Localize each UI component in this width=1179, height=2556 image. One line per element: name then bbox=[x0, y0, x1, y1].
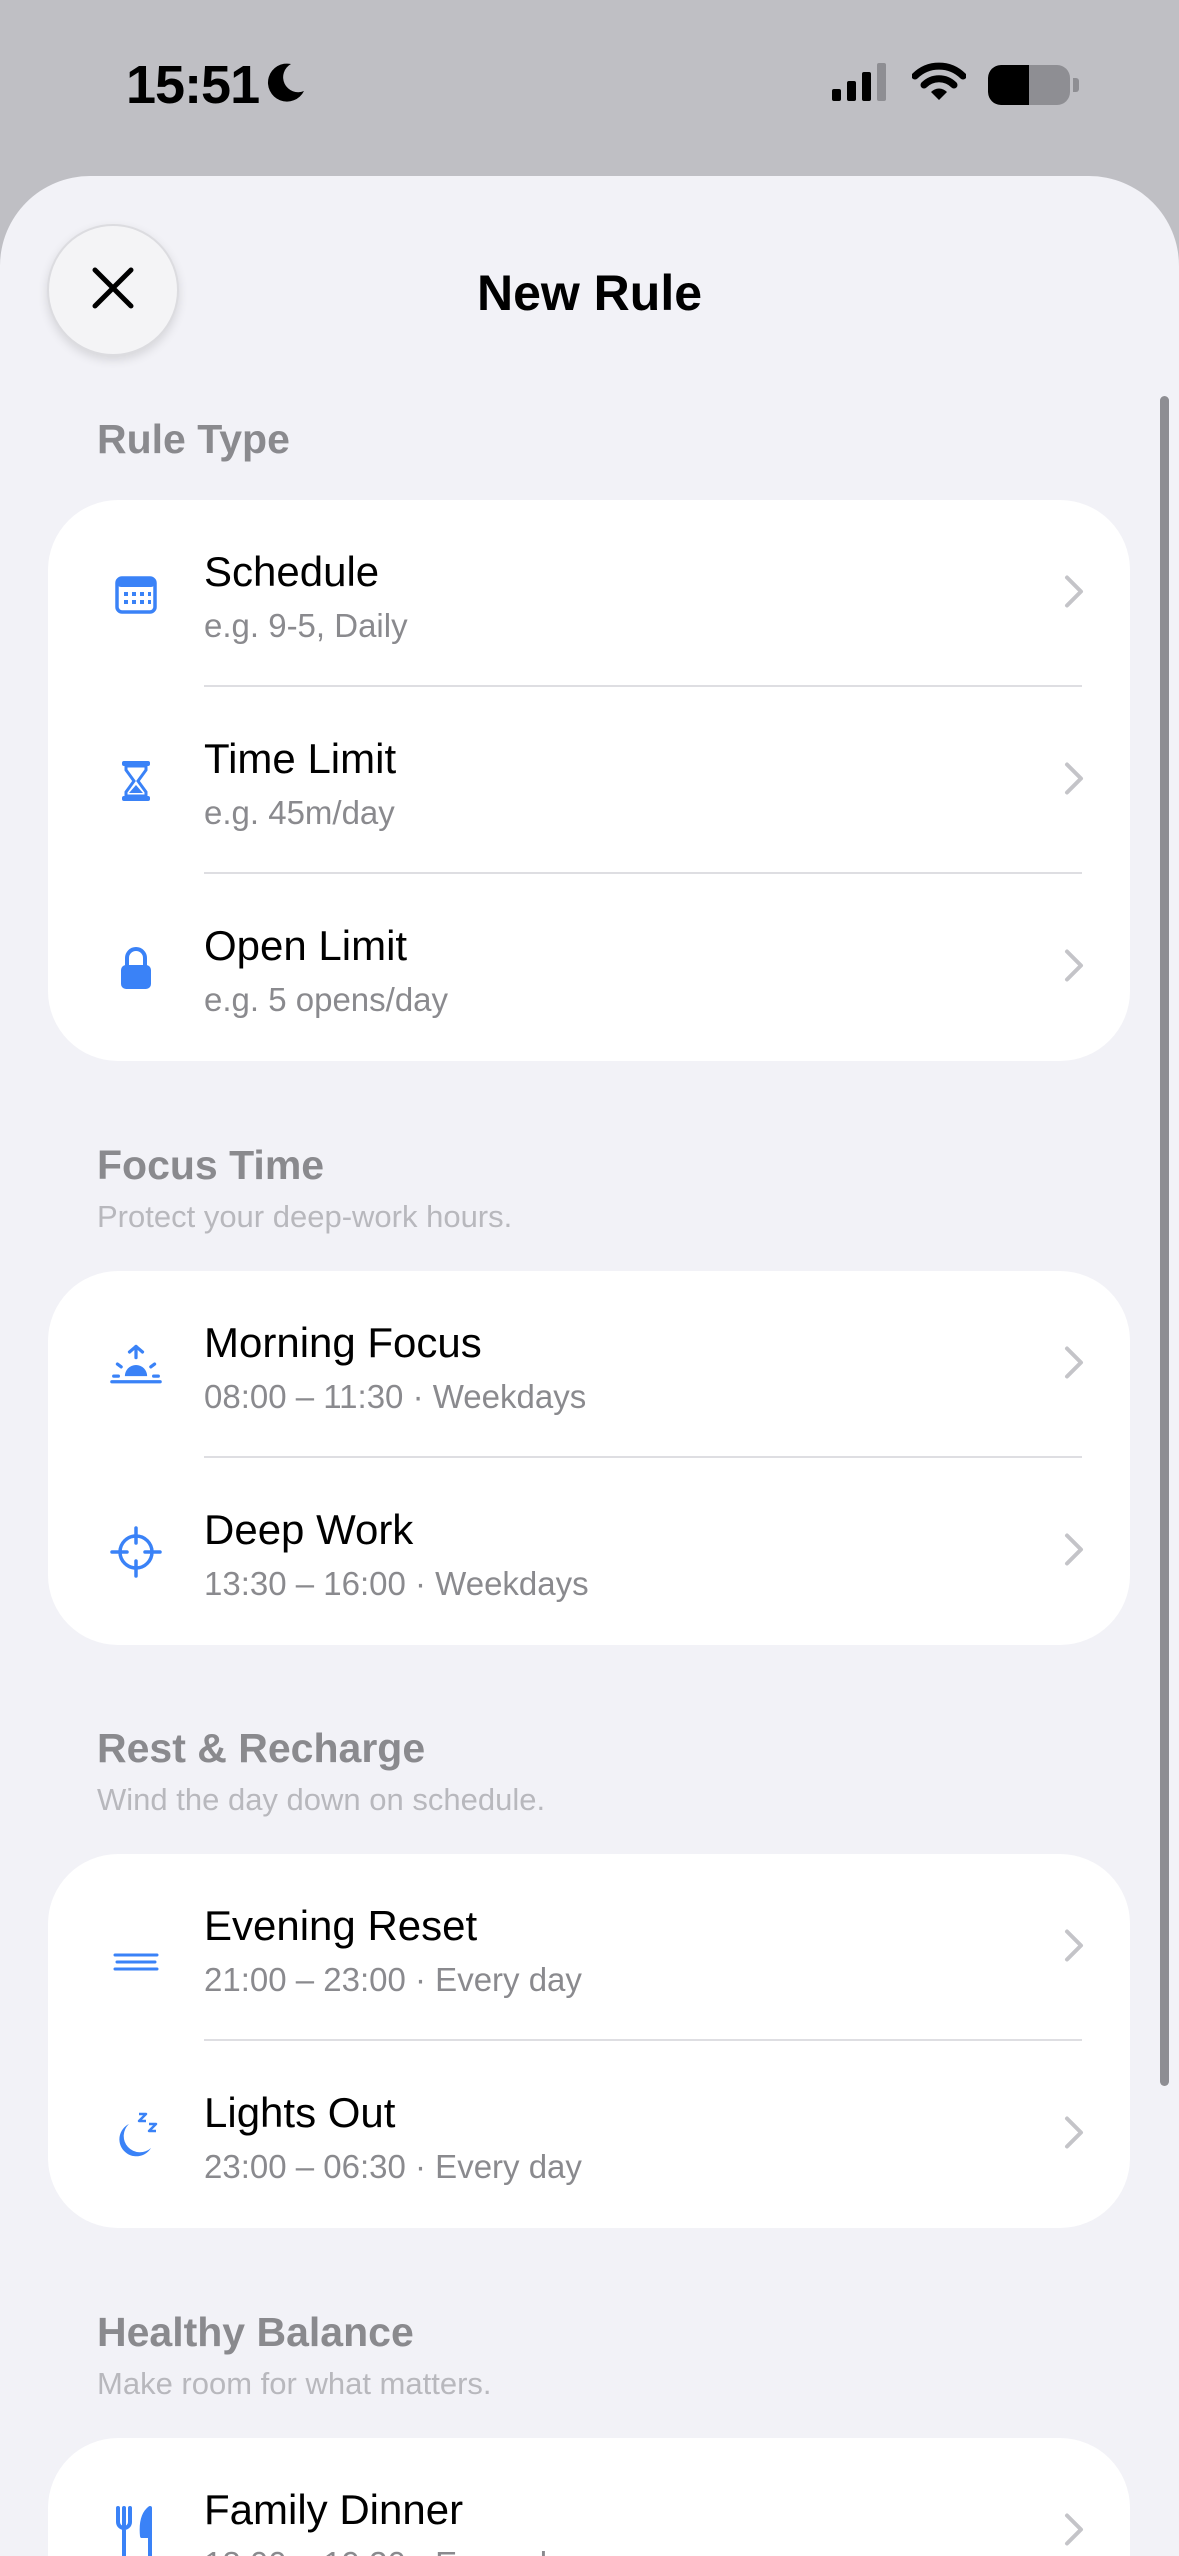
section-subtitle: Protect your deep-work hours. bbox=[97, 1199, 513, 1234]
item-subtitle: 08:00 – 11:30 · Weekdays bbox=[204, 1378, 587, 1415]
fork-knife-icon bbox=[110, 2505, 162, 2556]
section-header-rule-type: Rule Type bbox=[97, 416, 290, 463]
moon-zzz-icon bbox=[110, 2109, 162, 2161]
list-item-family-dinner[interactable]: Family Dinner 18:00 – 19:30 · Every day bbox=[48, 2438, 1130, 2556]
list-item-lights-out[interactable]: Lights Out 23:00 – 06:30 · Every day bbox=[48, 2041, 1130, 2228]
chevron-right-icon bbox=[1064, 1532, 1084, 1571]
list-item-deep-work[interactable]: Deep Work 13:30 – 16:00 · Weekdays bbox=[48, 1458, 1130, 1645]
rule-type-card: Schedule e.g. 9-5, Daily Time Limit e.g.… bbox=[48, 500, 1130, 1061]
item-title: Lights Out bbox=[204, 2089, 396, 2136]
section-title: Focus Time bbox=[97, 1142, 325, 1188]
hourglass-icon bbox=[110, 755, 162, 807]
item-subtitle: 18:00 – 19:30 · Every day bbox=[204, 2545, 582, 2556]
section-header-healthy-balance: Healthy Balance Make room for what matte… bbox=[97, 2309, 492, 2402]
chevron-right-icon bbox=[1064, 574, 1084, 613]
section-title: Rest & Recharge bbox=[97, 1725, 426, 1771]
chevron-right-icon bbox=[1064, 1928, 1084, 1967]
list-item-morning-focus[interactable]: Morning Focus 08:00 – 11:30 · Weekdays bbox=[48, 1271, 1130, 1458]
chevron-right-icon bbox=[1064, 948, 1084, 987]
chevron-right-icon bbox=[1064, 2115, 1084, 2154]
wifi-icon bbox=[911, 62, 967, 107]
new-rule-sheet: New Rule Rule Type Schedule e.g. 9-5, Da… bbox=[0, 176, 1179, 2556]
item-subtitle: 23:00 – 06:30 · Every day bbox=[204, 2148, 582, 2185]
battery-icon bbox=[988, 64, 1079, 105]
lock-icon bbox=[110, 942, 162, 994]
item-title: Open Limit bbox=[204, 922, 408, 969]
chevron-right-icon bbox=[1064, 761, 1084, 800]
section-subtitle: Make room for what matters. bbox=[97, 2366, 492, 2401]
healthy-balance-card: Family Dinner 18:00 – 19:30 · Every day bbox=[48, 2438, 1130, 2556]
status-time: 15:51 bbox=[126, 54, 307, 116]
calendar-icon bbox=[110, 568, 162, 620]
section-header-rest-recharge: Rest & Recharge Wind the day down on sch… bbox=[97, 1725, 545, 1818]
item-title: Family Dinner bbox=[204, 2486, 464, 2533]
page-title: New Rule bbox=[476, 265, 703, 321]
item-title: Evening Reset bbox=[204, 1902, 478, 1949]
item-subtitle: 21:00 – 23:00 · Every day bbox=[204, 1961, 582, 1998]
cellular-signal-icon bbox=[832, 63, 890, 106]
sunrise-icon bbox=[110, 1339, 162, 1391]
item-subtitle: e.g. 45m/day bbox=[204, 794, 395, 831]
rest-recharge-card: Evening Reset 21:00 – 23:00 · Every day … bbox=[48, 1854, 1130, 2228]
scope-icon bbox=[110, 1525, 162, 1578]
item-subtitle: e.g. 9-5, Daily bbox=[204, 607, 408, 644]
item-title: Time Limit bbox=[204, 735, 397, 782]
item-title: Schedule bbox=[204, 548, 380, 595]
item-subtitle: 13:30 – 16:00 · Weekdays bbox=[204, 1565, 589, 1602]
list-item-evening-reset[interactable]: Evening Reset 21:00 – 23:00 · Every day bbox=[48, 1854, 1130, 2041]
section-header-focus-time: Focus Time Protect your deep-work hours. bbox=[97, 1142, 512, 1235]
chevron-right-icon bbox=[1064, 2512, 1084, 2551]
list-item-open-limit[interactable]: Open Limit e.g. 5 opens/day bbox=[48, 874, 1130, 1061]
list-item-time-limit[interactable]: Time Limit e.g. 45m/day bbox=[48, 687, 1130, 874]
moon-icon bbox=[265, 54, 307, 116]
section-title: Healthy Balance bbox=[97, 2309, 414, 2355]
moon-haze-icon bbox=[110, 1922, 162, 1974]
item-subtitle: e.g. 5 opens/day bbox=[204, 981, 449, 1018]
status-time-label: 15:51 bbox=[126, 55, 260, 115]
list-item-schedule[interactable]: Schedule e.g. 9-5, Daily bbox=[48, 500, 1130, 687]
item-title: Morning Focus bbox=[204, 1319, 482, 1366]
scrollbar[interactable] bbox=[1160, 396, 1169, 2086]
item-title: Deep Work bbox=[204, 1506, 414, 1553]
section-subtitle: Wind the day down on schedule. bbox=[97, 1782, 546, 1817]
focus-time-card: Morning Focus 08:00 – 11:30 · Weekdays D… bbox=[48, 1271, 1130, 1645]
section-title: Rule Type bbox=[97, 416, 290, 462]
chevron-right-icon bbox=[1064, 1345, 1084, 1384]
